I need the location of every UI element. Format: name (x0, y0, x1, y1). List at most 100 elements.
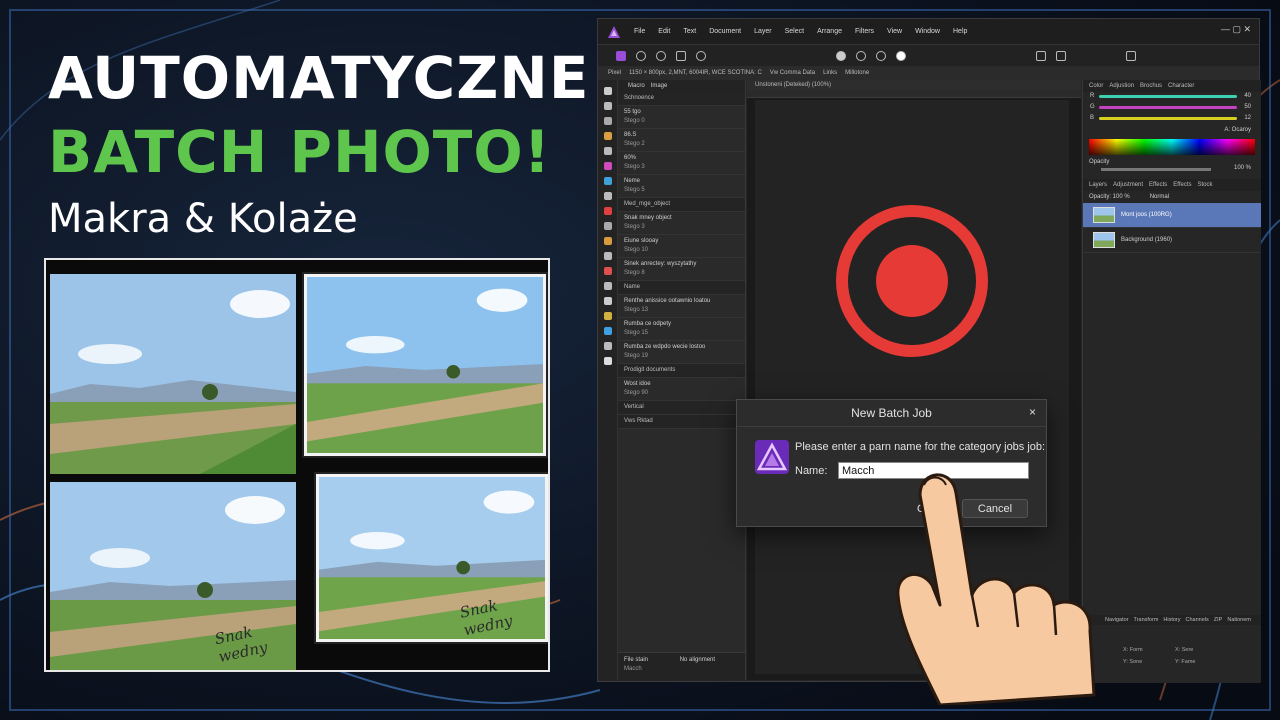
document-tab[interactable]: Unstoneni (Deteked) (100%) (747, 80, 1081, 90)
transform-field-1[interactable]: X: Form (1123, 647, 1143, 653)
tab-effects-2[interactable]: Effects (1173, 182, 1191, 188)
move-tool-icon[interactable] (604, 87, 612, 95)
color-picker-tool-icon[interactable] (604, 327, 612, 335)
macro-section-header[interactable]: Vertical (618, 401, 745, 415)
view-tool-icon[interactable] (604, 102, 612, 110)
menu-view[interactable]: View (887, 28, 902, 35)
macro-step-item[interactable]: 86.S Stego 2 (618, 129, 745, 152)
transform-field-4[interactable]: Y: Fame (1175, 659, 1195, 665)
macro-step-item[interactable]: Rumba ce odpety Stego 15 (618, 318, 745, 341)
toolbar-icon-1[interactable] (836, 50, 846, 61)
layer-row-1[interactable]: Mont joos (100RG) (1083, 203, 1261, 228)
toolbar-icon-5[interactable] (1036, 50, 1046, 61)
macro-step-item[interactable]: Snak mney object Stego 3 (618, 212, 745, 235)
menu-file[interactable]: File (634, 28, 645, 35)
toolbar-icon-6[interactable] (1056, 50, 1066, 61)
window-controls-icon[interactable]: — ▢ ✕ (1221, 24, 1251, 35)
tab-zip[interactable]: ZIP (1214, 617, 1223, 623)
dodge-tool-icon[interactable] (604, 237, 612, 245)
fill-tool-icon[interactable] (604, 162, 612, 170)
menu-help[interactable]: Help (953, 28, 967, 35)
tab-layers[interactable]: Layers (1089, 182, 1107, 188)
slider-r-track[interactable] (1099, 95, 1237, 98)
gradient-tool-icon[interactable] (604, 177, 612, 185)
macro-step-item[interactable]: 60% Stego 3 (618, 152, 745, 175)
eraser-tool-icon[interactable] (604, 192, 612, 200)
tab-effects[interactable]: Effects (1149, 182, 1167, 188)
toolbar-icon-2[interactable] (856, 50, 866, 61)
tab-macro[interactable]: Macro (628, 83, 645, 89)
persona-photo-icon[interactable] (616, 50, 626, 61)
context-links[interactable]: Links (823, 70, 837, 76)
shape-tool-icon[interactable] (604, 297, 612, 305)
transform-field-2[interactable]: X: Sere (1175, 647, 1193, 653)
clone-tool-icon[interactable] (604, 222, 612, 230)
slider-b[interactable]: B 12 (1083, 114, 1261, 125)
opacity-slider[interactable] (1101, 168, 1211, 171)
slider-b-track[interactable] (1099, 117, 1237, 120)
toolbar-icon-4[interactable] (896, 50, 906, 61)
macro-footer-left[interactable]: File stain (624, 657, 648, 663)
persona-export-icon[interactable] (696, 50, 706, 61)
tab-image[interactable]: Image (651, 83, 668, 89)
brush-tool-icon[interactable] (604, 132, 612, 140)
macro-section-header[interactable]: Vws Rktad (618, 415, 745, 429)
tab-channels[interactable]: Channels (1186, 617, 1209, 623)
menu-text[interactable]: Text (683, 28, 696, 35)
menu-window[interactable]: Window (915, 28, 940, 35)
toolbar-icon-7[interactable] (1126, 50, 1136, 61)
pen-tool-icon[interactable] (604, 282, 612, 290)
dialog-close-button[interactable]: × (1029, 405, 1036, 419)
macro-section-header[interactable]: Schnoence (618, 92, 745, 106)
macro-step-item[interactable]: Rumba ze wdpdo wecie lostoo Stego 19 (618, 341, 745, 364)
macro-section-header[interactable]: Prodigit documents (618, 364, 745, 378)
tab-character[interactable]: Character (1168, 83, 1194, 89)
context-view[interactable]: Vw Comma Data (770, 70, 815, 76)
tab-nationem[interactable]: Nationem (1227, 617, 1251, 623)
tab-transform[interactable]: Transform (1134, 617, 1159, 623)
zoom-tool-icon[interactable] (604, 342, 612, 350)
menu-select[interactable]: Select (785, 28, 804, 35)
macro-step-item[interactable]: Eiune slooay Stego 10 (618, 235, 745, 258)
red-eye-tool-icon[interactable] (604, 207, 612, 215)
transform-field-3[interactable]: Y: Sone (1123, 659, 1142, 665)
tab-color[interactable]: Color (1089, 83, 1103, 89)
smudge-tool-icon[interactable] (604, 252, 612, 260)
menu-document[interactable]: Document (709, 28, 741, 35)
persona-liquify-icon[interactable] (636, 50, 646, 61)
persona-tone-icon[interactable] (676, 50, 686, 61)
macro-step-item[interactable]: Sinek anrectey: wyszytathy Stego 8 (618, 258, 745, 281)
toolbar-icon-3[interactable] (876, 50, 886, 61)
slider-g-track[interactable] (1099, 106, 1237, 109)
menu-edit[interactable]: Edit (658, 28, 670, 35)
macro-footer-right[interactable]: No alignment (680, 657, 715, 663)
menu-layer[interactable]: Layer (754, 28, 772, 35)
selection-tool-icon[interactable] (604, 147, 612, 155)
layer-row-2[interactable]: Background (1960) (1083, 228, 1261, 253)
hand-tool-icon[interactable] (604, 357, 612, 365)
macro-section-header[interactable]: Med_mge_object (618, 198, 745, 212)
context-mode[interactable]: Millotone (845, 70, 869, 76)
color-spectrum[interactable] (1089, 139, 1255, 155)
macro-step-item[interactable]: Renthe anissice ootawnio loatou Stego 13 (618, 295, 745, 318)
blend-mode[interactable]: Normal (1150, 194, 1169, 200)
tab-adjustment[interactable]: Adjustment (1113, 182, 1143, 188)
tab-navigator[interactable]: Navigator (1105, 617, 1129, 623)
macro-step-item[interactable]: Wost idoe Stego 90 (618, 378, 745, 401)
slider-r[interactable]: R 40 (1083, 92, 1261, 103)
macro-section-header[interactable]: Name (618, 281, 745, 295)
crop-tool-icon[interactable] (604, 117, 612, 125)
tab-stock[interactable]: Stock (1198, 182, 1213, 188)
menu-arrange[interactable]: Arrange (817, 28, 842, 35)
tab-brushes[interactable]: Brochus (1140, 83, 1162, 89)
tab-history[interactable]: History (1163, 617, 1180, 623)
tab-adjustion[interactable]: Adjustion (1109, 83, 1134, 89)
macro-search[interactable]: Macch (624, 666, 739, 672)
menu-filters[interactable]: Filters (855, 28, 874, 35)
layer-opacity[interactable]: Opacity: 100 % (1089, 194, 1130, 200)
slider-g[interactable]: G 50 (1083, 103, 1261, 114)
patch-tool-icon[interactable] (604, 267, 612, 275)
macro-step-item[interactable]: Neme Stego 5 (618, 175, 745, 198)
persona-develop-icon[interactable] (656, 50, 666, 61)
text-tool-icon[interactable] (604, 312, 612, 320)
